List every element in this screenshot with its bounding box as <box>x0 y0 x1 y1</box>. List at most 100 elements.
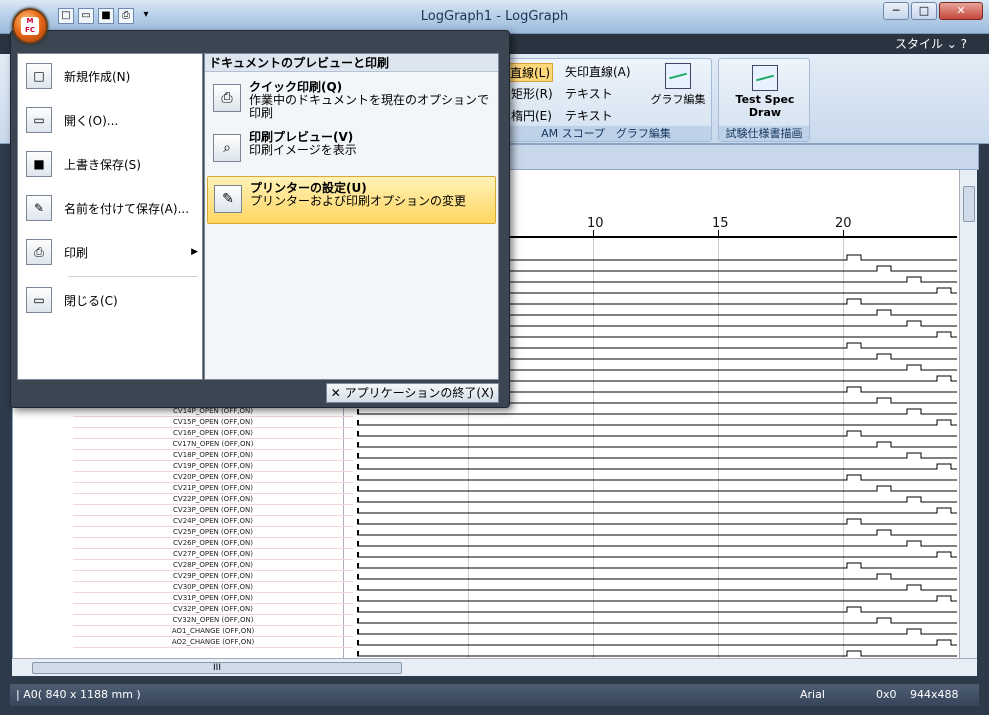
signal-trace <box>357 441 957 448</box>
application-button[interactable]: M FC <box>12 8 48 44</box>
printer-settings-item[interactable]: ✎ プリンターの設定(U) プリンターおよび印刷オプションの変更 <box>207 176 496 224</box>
ribbon-group-draw: 直線(L) 矢印直線(A) 矩形(R) テキスト 楕円(E) テキスト グラフ編… <box>500 58 712 142</box>
printer-settings-desc: プリンターおよび印刷オプションの変更 <box>250 194 467 208</box>
menu-open[interactable]: ▭ 開く(O)... <box>18 100 204 140</box>
signal-trace <box>357 507 957 514</box>
status-canvas-size: 944x488 <box>910 688 959 701</box>
signal-label: CV20P_OPEN (OFF,ON) <box>73 472 353 483</box>
close-button[interactable]: ✕ <box>939 2 983 20</box>
signal-trace <box>357 606 957 613</box>
signal-label: AO2_CHANGE (OFF,ON) <box>73 637 353 648</box>
menu-open-label: 開く(O)... <box>64 113 119 128</box>
signal-label: CV24P_OPEN (OFF,ON) <box>73 516 353 527</box>
menu-close[interactable]: ▭ 閉じる(C) <box>18 280 204 320</box>
menu-save-as[interactable]: ✎ 名前を付けて保存(A)... <box>18 188 204 228</box>
title-bar: □ ▭ ■ ⎙ ▾ LogGraph1 - LogGraph ─ □ ✕ <box>0 0 989 34</box>
text-tool-button-2[interactable]: テキスト <box>565 107 613 124</box>
app-logo-icon: M FC <box>21 17 39 35</box>
new-doc-icon: □ <box>26 63 52 89</box>
test-spec-label: Test Spec Draw <box>735 93 795 119</box>
quick-print-icon: ⎙ <box>213 84 241 112</box>
ruler-label-20: 20 <box>835 216 852 231</box>
status-font: Arial <box>800 688 825 701</box>
caption-am-scope: AM スコープ <box>541 127 605 140</box>
ellipse-tool-button[interactable]: 楕円(E) <box>511 107 552 124</box>
horizontal-scroll-thumb[interactable]: III <box>32 662 402 674</box>
signal-label: CV29P_OPEN (OFF,ON) <box>73 571 353 582</box>
signal-trace <box>357 474 957 481</box>
signal-trace <box>357 617 957 624</box>
signal-label: CV32P_OPEN (OFF,ON) <box>73 604 353 615</box>
close-folder-icon: ▭ <box>26 287 52 313</box>
rect-tool-button[interactable]: 矩形(R) <box>511 85 553 102</box>
test-spec-graph-icon <box>752 65 778 91</box>
text-tool-button-1[interactable]: テキスト <box>565 85 613 102</box>
signal-trace <box>357 639 957 646</box>
print-preview-item[interactable]: ⌕ 印刷プレビュー(V) 印刷イメージを表示 <box>207 126 496 174</box>
status-bar: | A0( 840 x 1188 mm ) Arial 0x0 944x488 <box>10 684 979 706</box>
signal-trace <box>357 562 957 569</box>
exit-application-button[interactable]: ✕ アプリケーションの終了(X) <box>325 383 499 403</box>
status-position: 0x0 <box>876 688 897 701</box>
signal-trace <box>357 628 957 635</box>
signal-trace <box>357 452 957 459</box>
app-menu-commands: □ 新規作成(N) ▭ 開く(O)... ■ 上書き保存(S) ✎ 名前を付けて保存(A… <box>17 53 203 380</box>
signal-trace <box>357 529 957 536</box>
signal-trace <box>357 463 957 470</box>
maximize-button[interactable]: □ <box>911 2 937 20</box>
save-as-icon: ✎ <box>26 195 52 221</box>
ribbon-group-caption: AM スコープ グラフ編集 <box>501 126 711 141</box>
arrow-line-tool-button[interactable]: 矢印直線(A) <box>565 63 631 80</box>
menu-new-label: 新規作成(N) <box>64 69 131 84</box>
signal-label: CV25P_OPEN (OFF,ON) <box>73 527 353 538</box>
printer-settings-icon: ✎ <box>214 185 242 213</box>
signal-label: CV21P_OPEN (OFF,ON) <box>73 483 353 494</box>
signal-trace <box>357 518 957 525</box>
status-paper-size: | A0( 840 x 1188 mm ) <box>16 688 141 701</box>
signal-label: CV16P_OPEN (OFF,ON) <box>73 428 353 439</box>
open-folder-icon: ▭ <box>26 107 52 133</box>
signal-trace <box>357 650 957 657</box>
ribbon-group-caption-test-spec: 試験仕様書描画 <box>719 126 809 141</box>
window-title: LogGraph1 - LogGraph <box>420 9 569 24</box>
ribbon-group-test-spec: Test Spec Draw 試験仕様書描画 <box>718 58 810 142</box>
signal-trace <box>357 485 957 492</box>
signal-label: CV31P_OPEN (OFF,ON) <box>73 593 353 604</box>
menu-save[interactable]: ■ 上書き保存(S) <box>18 144 204 184</box>
graph-edit-button[interactable]: グラフ編集 <box>646 63 710 107</box>
print-preview-icon: ⌕ <box>213 134 241 162</box>
menu-new[interactable]: □ 新規作成(N) <box>18 56 204 96</box>
signal-label: CV30P_OPEN (OFF,ON) <box>73 582 353 593</box>
quick-print-item[interactable]: ⎙ クイック印刷(Q) 作業中のドキュメントを現在のオプションで印刷 <box>207 76 496 124</box>
signal-label: AO1_CHANGE (OFF,ON) <box>73 626 353 637</box>
signal-label: CV26P_OPEN (OFF,ON) <box>73 538 353 549</box>
graph-edit-label: グラフ編集 <box>650 93 706 106</box>
style-menu[interactable]: スタイル ⌄ ? <box>895 35 967 52</box>
window-controls: ─ □ ✕ <box>883 2 983 20</box>
signal-label: CV15P_OPEN (OFF,ON) <box>73 417 353 428</box>
vertical-scrollbar[interactable] <box>959 170 977 658</box>
horizontal-scrollbar[interactable]: III <box>12 658 977 676</box>
print-submenu-header: ドキュメントのプレビューと印刷 <box>205 54 498 72</box>
menu-save-as-label: 名前を付けて保存(A)... <box>64 201 190 216</box>
signal-trace <box>357 540 957 547</box>
signal-trace <box>357 408 957 415</box>
caption-graph-edit: グラフ編集 <box>615 127 671 140</box>
menu-print[interactable]: ⎙ 印刷 ▶ <box>18 232 204 272</box>
vertical-scroll-thumb[interactable] <box>963 186 975 222</box>
signal-trace <box>357 419 957 426</box>
submenu-arrow-icon: ▶ <box>191 247 198 257</box>
quick-print-desc: 作業中のドキュメントを現在のオプションで印刷 <box>249 93 490 120</box>
graph-icon <box>665 63 691 89</box>
minimize-button[interactable]: ─ <box>883 2 909 20</box>
signal-label: CV18P_OPEN (OFF,ON) <box>73 450 353 461</box>
signal-label: CV17N_OPEN (OFF,ON) <box>73 439 353 450</box>
test-spec-draw-button[interactable]: Test Spec Draw <box>727 65 803 119</box>
menu-save-label: 上書き保存(S) <box>64 157 141 172</box>
menu-print-label: 印刷 <box>64 245 89 260</box>
line-tool-button[interactable]: 直線(L) <box>507 63 554 82</box>
signal-trace <box>357 430 957 437</box>
signal-label: CV32N_OPEN (OFF,ON) <box>73 615 353 626</box>
signal-trace <box>357 496 957 503</box>
printer-icon: ⎙ <box>26 239 52 265</box>
